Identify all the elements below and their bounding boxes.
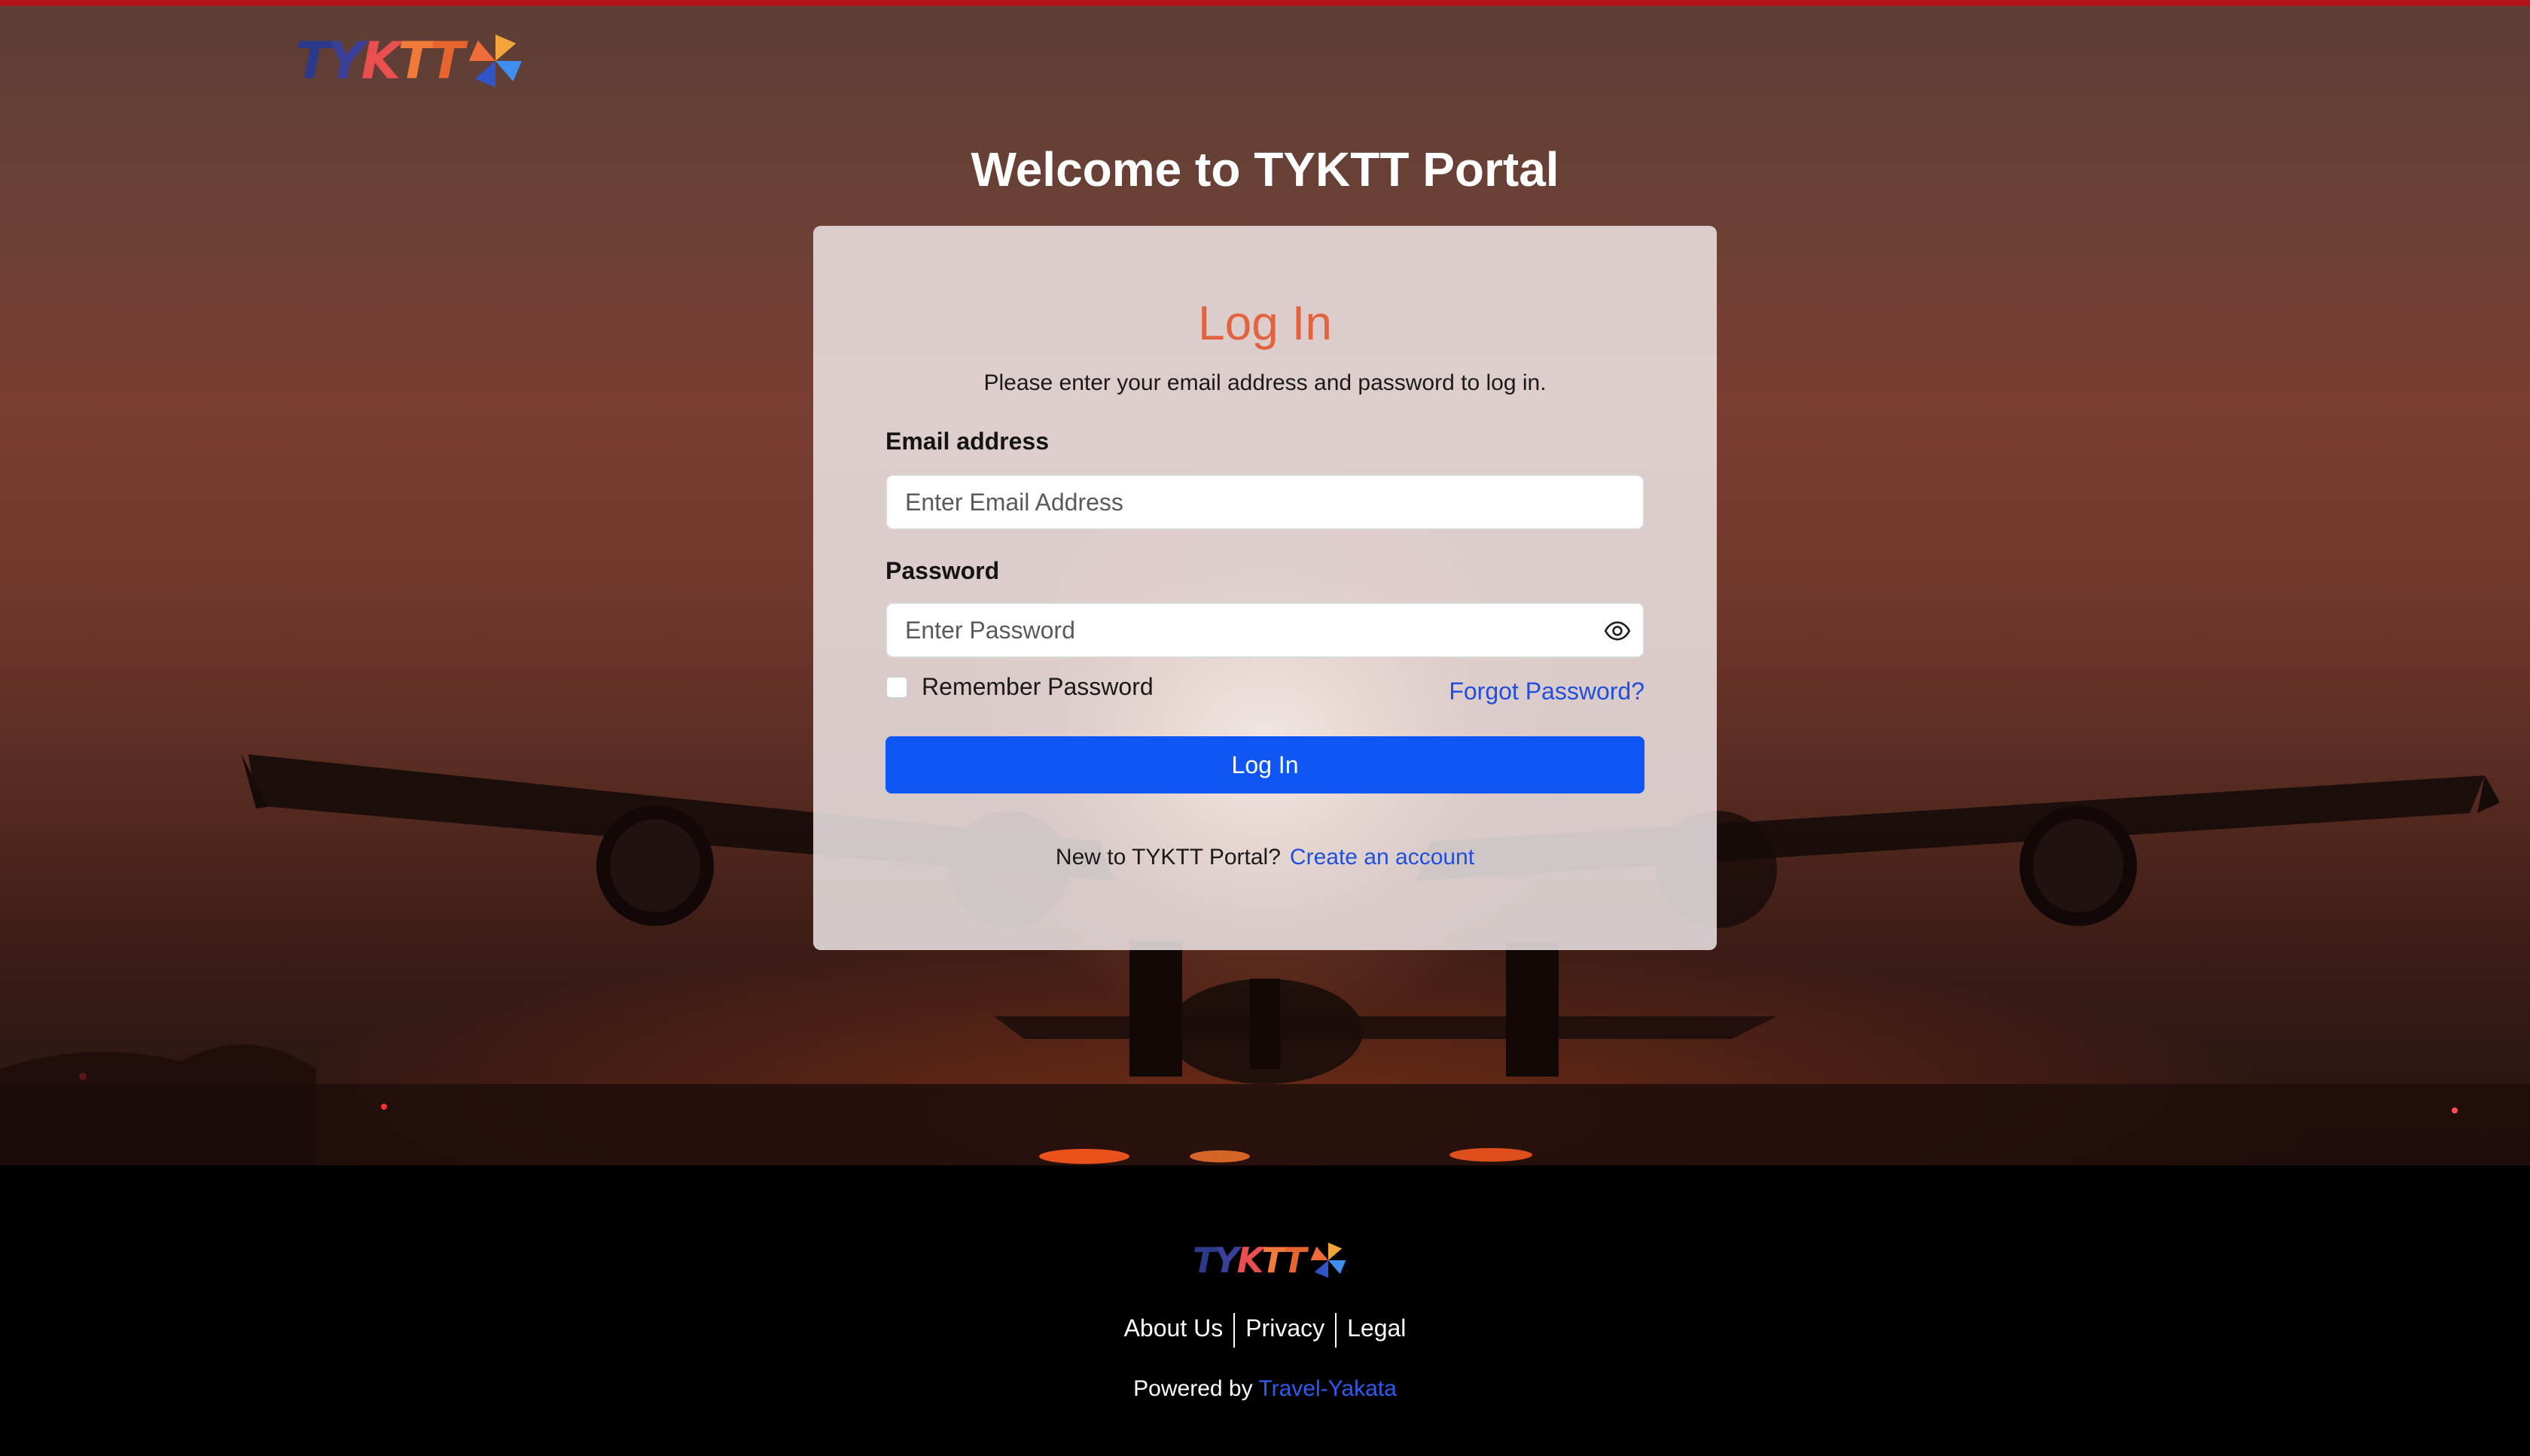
top-accent-bar [0,0,2530,6]
footer-links: About Us Privacy Legal [0,1313,2530,1348]
logo-letter: T [429,31,465,91]
logo-letter: Y [327,31,364,91]
logo-letter: T [295,31,330,91]
logo-letter: K [1236,1240,1264,1281]
remember-password-label[interactable]: Remember Password [922,673,1154,701]
powered-by: Powered by Travel-Yakata [0,1376,2530,1402]
email-input[interactable] [887,476,1643,528]
legal-link[interactable]: Legal [1337,1314,1416,1342]
logo-letter: K [361,31,401,91]
pinwheel-logo-icon [469,34,523,88]
footer [0,1165,2530,1456]
remember-password-checkbox[interactable] [886,675,908,699]
email-field-wrapper [886,474,1644,530]
travel-yakata-link[interactable]: Travel-Yakata [1258,1376,1396,1401]
welcome-title: Welcome to TYKTT Portal [971,142,1559,196]
tyktt-logo[interactable]: T Y K T T [295,27,525,95]
email-label: Email address [886,428,1049,455]
create-account-link[interactable]: Create an account [1290,845,1474,870]
logo-letter: Y [1214,1240,1239,1281]
logo-letter: T [1282,1240,1306,1281]
powered-by-text: Powered by [1133,1376,1253,1401]
footer-logo[interactable]: T Y K T T [1193,1238,1348,1283]
logo-letter: T [398,31,432,91]
signup-prompt: New to TYKTT Portal? Create an account [813,845,1717,870]
eye-icon[interactable] [1604,617,1631,644]
login-card: Log In Please enter your email address a… [813,226,1717,950]
password-label: Password [886,557,1000,584]
login-subtitle: Please enter your email address and pass… [983,370,1547,395]
new-user-text: New to TYKTT Portal? [1055,845,1281,870]
privacy-link[interactable]: Privacy [1235,1314,1335,1342]
logo-letter: T [1193,1240,1216,1281]
forgot-password-link[interactable]: Forgot Password? [1449,678,1644,705]
remember-password: Remember Password [886,673,1154,701]
login-title: Log In [1198,296,1332,350]
about-us-link[interactable]: About Us [1114,1314,1234,1342]
logo-letter: T [1261,1240,1285,1281]
password-input[interactable] [887,604,1643,656]
password-field-wrapper [886,602,1644,658]
login-button[interactable]: Log In [886,736,1644,793]
pinwheel-logo-icon [1310,1242,1346,1278]
